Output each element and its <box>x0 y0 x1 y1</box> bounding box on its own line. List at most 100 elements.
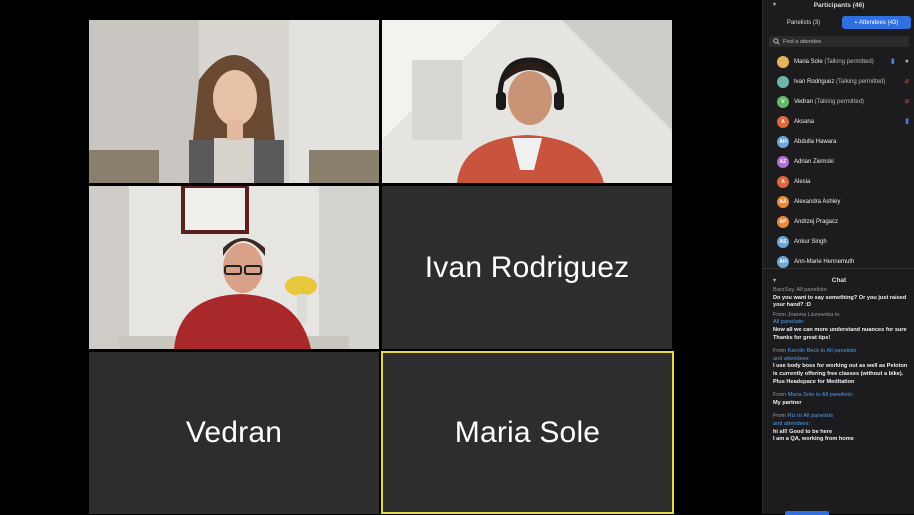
participant-name-text: Aksana <box>794 119 815 125</box>
avatar: AH <box>777 136 789 148</box>
avatar: AP <box>777 216 789 228</box>
list-item[interactable]: AP Andrzej Pragacz <box>763 212 914 232</box>
video-tile-ivan-rodriguez[interactable]: Ivan Rodriguez <box>382 186 672 349</box>
avatar: V <box>777 96 789 108</box>
chevron-down-icon[interactable]: ▾ <box>773 277 776 284</box>
participant-name: Ankur Singh <box>794 239 827 245</box>
list-item[interactable]: A Aksana ▮ <box>763 112 914 132</box>
hand-icon: ▮ <box>905 118 909 125</box>
video-tile-maria-sole-active-speaker[interactable]: Maria Sole <box>381 351 674 514</box>
chat-message-meta: BarzSay, All panelists: <box>773 287 909 295</box>
list-item[interactable]: Maria Sole (Talking permitted) ▮ ● <box>763 52 914 72</box>
tab-panelists[interactable]: Panelists (3) <box>769 16 838 29</box>
chat-recipient: to All panelists: <box>815 392 854 399</box>
video-tile-participant-1[interactable] <box>89 20 379 183</box>
chat-message-meta: From Joanna Liszewska to <box>773 312 909 320</box>
chat-recipient: All panelists: <box>773 319 805 326</box>
chat-message-meta: From Riz to All panelists <box>773 413 909 421</box>
chat-message-text: Thanks for great tips! <box>773 335 909 343</box>
video-tile-participant-3[interactable] <box>89 186 379 349</box>
chat-from-label: From <box>773 392 787 399</box>
participants-header[interactable]: ▾ Participants (46) <box>763 0 914 10</box>
chat-recipient-cont: and attendees: <box>773 420 811 427</box>
participant-name-label: Maria Sole <box>454 415 601 449</box>
chat-send-button[interactable] <box>785 511 829 515</box>
participant-name: Ivan Rodriguez (Talking permitted) <box>794 79 885 85</box>
participant-status-icons: ⌀ <box>905 77 909 85</box>
chat-text: I use body boss for working out as well … <box>773 363 908 385</box>
list-item[interactable]: AA Alexandra Ashley <box>763 192 914 212</box>
chat-text: My partner <box>773 399 802 406</box>
search-icon <box>773 38 780 45</box>
list-item[interactable]: A Alesia <box>763 172 914 192</box>
chat-message: From Joanna Liszewska to All panelists: … <box>773 312 909 342</box>
avatar-initials: AS <box>779 239 787 245</box>
participant-status-icons: ⌀ <box>905 97 909 105</box>
chat-text: Thanks for great tips! <box>773 334 831 341</box>
avatar: AS <box>777 236 789 248</box>
participant-video <box>89 20 379 183</box>
avatar-initials: AA <box>779 199 787 205</box>
chat-sender: Karolin Beck <box>787 348 820 355</box>
list-item[interactable]: AH Ann-Marie Hennemuth <box>763 252 914 272</box>
chevron-down-icon[interactable]: ▾ <box>773 1 776 8</box>
avatar-initials: AH <box>779 259 787 265</box>
participant-name: Andrzej Pragacz <box>794 219 838 225</box>
participant-name-text: Adrian Ziemski <box>794 159 834 165</box>
chat-text: hi all! Good to be here <box>773 428 833 435</box>
participant-name: Aksana <box>794 119 814 125</box>
chat-message-recipient: and attendees: <box>773 421 909 429</box>
chat-header[interactable]: ▾ Chat <box>763 274 914 286</box>
list-item[interactable]: V Vedran (Talking permitted) ⌀ <box>763 92 914 112</box>
avatar: A <box>777 176 789 188</box>
participant-video <box>382 20 672 183</box>
microphone-muted-icon[interactable]: ⌀ <box>905 97 909 105</box>
video-tile-vedran[interactable]: Vedran <box>89 352 379 514</box>
avatar-initials: A <box>781 119 785 125</box>
participant-name: Adrian Ziemski <box>794 159 834 165</box>
list-item[interactable]: AZ Adrian Ziemski <box>763 152 914 172</box>
list-item[interactable]: AH Abdulla Hawara <box>763 132 914 152</box>
chat-message-meta: From Karolin Beck to All panelists <box>773 348 909 356</box>
chat-recipient-cont: and attendees: <box>773 355 811 362</box>
video-tile-participant-2[interactable] <box>382 20 672 183</box>
chat-meta-text: BarzSay, All panelists: <box>773 287 828 293</box>
chat-message-meta: From Maria Sole to All panelists: <box>773 392 909 400</box>
participant-name: Ann-Marie Hennemuth <box>794 259 854 265</box>
avatar-initials: AP <box>779 219 787 225</box>
attendee-search-input[interactable]: Find a attendee <box>769 36 909 47</box>
tab-attendees-label: Attendees (43) <box>858 19 899 26</box>
panel-divider <box>763 268 914 269</box>
chat-message-text: I use body boss for working out as well … <box>773 363 909 386</box>
avatar: AZ <box>777 156 789 168</box>
participant-status-icons: ▮ ● <box>891 57 909 66</box>
chat-message-recipient: All panelists: <box>773 319 909 327</box>
chat-recipient: to All panelists <box>820 348 857 355</box>
participant-name: Alesia <box>794 179 810 185</box>
participant-name-label: Ivan Rodriguez <box>424 250 630 284</box>
chat-from-label: From <box>773 348 787 355</box>
participant-name-text: Alesia <box>794 179 811 185</box>
list-item[interactable]: AS Ankur Singh <box>763 232 914 252</box>
avatar-initials: AZ <box>779 159 787 165</box>
chat-from-label: From <box>773 413 787 420</box>
participant-name-text: Ivan Rodriguez <box>794 79 835 85</box>
participant-name-text: Ann-Marie Hennemuth <box>794 259 855 265</box>
participants-title: Participants (46) <box>813 1 865 9</box>
participant-name-text: Abdulla Hawara <box>794 139 837 145</box>
tab-attendees[interactable]: ▪ Attendees (43) <box>842 16 911 29</box>
chat-sender: Riz <box>787 413 796 420</box>
microphone-muted-icon[interactable]: ⌀ <box>905 77 909 85</box>
chat-message-text: Do you want to say something? Or you jus… <box>773 295 909 310</box>
side-panel: ▾ Participants (46) Panelists (3) ▪ Atte… <box>762 0 914 515</box>
tab-panelists-label: Panelists (3) <box>786 19 821 26</box>
video-grid: Ivan Rodriguez Vedran Maria Sole <box>0 0 762 514</box>
chat-sender: Maria Sole <box>787 392 815 399</box>
chat-sender: From Joanna Liszewska to <box>773 311 840 318</box>
chat-title: Chat <box>831 276 847 284</box>
chat-text: I am a QA, working from home <box>773 436 854 443</box>
participants-tabs: Panelists (3) ▪ Attendees (43) <box>769 16 911 29</box>
list-item[interactable]: Ivan Rodriguez (Talking permitted) ⌀ <box>763 72 914 92</box>
microphone-icon[interactable]: ● <box>905 58 909 65</box>
chat-messages: BarzSay, All panelists: Do you want to s… <box>773 287 909 450</box>
